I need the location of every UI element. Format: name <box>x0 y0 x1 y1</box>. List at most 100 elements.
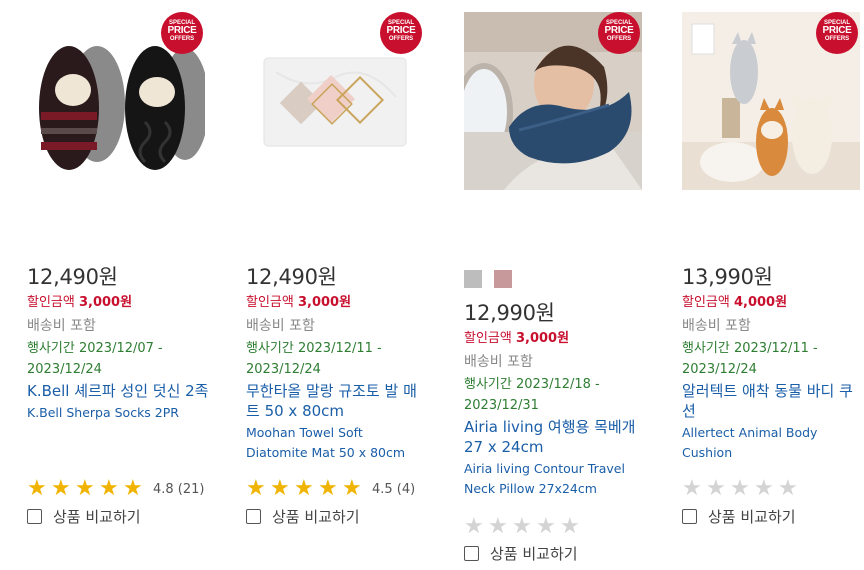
discount-amount: 할인금액 3,000원 <box>27 292 227 314</box>
discount-amount: 할인금액 4,000원 <box>682 292 864 314</box>
product-image-neck-pillow[interactable]: SPECIAL PRICE OFFERS <box>464 12 642 190</box>
product-card[interactable]: SPECIAL PRICE OFFERS 12,990원 할인금액 3,000원… <box>464 0 664 563</box>
product-name-ko[interactable]: Airia living 여행용 목베개 27 x 24cm <box>464 417 646 457</box>
special-price-badge: SPECIAL PRICE OFFERS <box>380 12 422 54</box>
product-name-ko[interactable]: K.Bell 셰르파 성인 덧신 2족 <box>27 381 209 401</box>
product-name-en[interactable]: Moohan Towel Soft Diatomite Mat 50 x 80c… <box>246 423 428 463</box>
product-rating: ★ ★ ★ ★ ★ <box>464 514 584 539</box>
product-name-en[interactable]: K.Bell Sherpa Socks 2PR <box>27 403 209 423</box>
promotion-period: 행사기간 2023/12/18 - 2023/12/31 <box>464 374 644 416</box>
rating-text: 4.8 (21) <box>153 481 205 497</box>
product-rating: ★ ★ ★ ★ ★ 4.8 (21) <box>27 476 205 501</box>
star-icon: ★ <box>560 514 580 539</box>
shipping-info: 배송비 포함 <box>682 318 751 334</box>
star-icon: ★ <box>706 476 726 501</box>
badge-line: OFFERS <box>606 36 632 42</box>
shipping-info: 배송비 포함 <box>246 318 315 334</box>
color-swatch-gray[interactable] <box>464 270 482 288</box>
special-price-badge: SPECIAL PRICE OFFERS <box>598 12 640 54</box>
discount-label: 할인금액 <box>27 295 75 310</box>
promotion-period: 행사기간 2023/12/11 - 2023/12/24 <box>246 338 426 380</box>
badge-line: PRICE <box>386 25 416 36</box>
period-label: 행사기간 <box>464 377 512 392</box>
product-rating: ★ ★ ★ ★ ★ <box>682 476 802 501</box>
discount-amount: 할인금액 3,000원 <box>246 292 446 314</box>
product-price: 12,490원 <box>27 265 118 289</box>
star-icon: ★ <box>682 476 702 501</box>
period-label: 행사기간 <box>27 341 75 356</box>
promotion-period: 행사기간 2023/12/07 - 2023/12/24 <box>27 338 207 380</box>
product-card[interactable]: SPECIAL PRICE OFFERS 12,490원 할인금액 3,000원… <box>27 0 227 526</box>
star-icon: ★ <box>318 476 338 501</box>
star-icon: ★ <box>464 514 484 539</box>
discount-value: 4,000원 <box>733 295 788 310</box>
product-price: 13,990원 <box>682 265 773 289</box>
compare-toggle[interactable]: 상품 비교하기 <box>682 506 796 526</box>
compare-checkbox[interactable] <box>464 545 479 561</box>
period-label: 행사기간 <box>682 341 730 356</box>
product-info: 12,990원 할인금액 3,000원 배송비 포함 행사기간 2023/12/… <box>464 298 664 499</box>
discount-value: 3,000원 <box>78 295 133 310</box>
product-info: 13,990원 할인금액 4,000원 배송비 포함 행사기간 2023/12/… <box>682 262 864 463</box>
compare-toggle[interactable]: 상품 비교하기 <box>27 506 141 526</box>
color-swatches <box>464 270 512 288</box>
star-icon: ★ <box>488 514 508 539</box>
star-icon: ★ <box>294 476 314 501</box>
compare-label[interactable]: 상품 비교하기 <box>53 506 141 527</box>
compare-label[interactable]: 상품 비교하기 <box>272 506 360 527</box>
badge-line: PRICE <box>822 25 852 36</box>
compare-toggle[interactable]: 상품 비교하기 <box>246 506 360 526</box>
badge-line: PRICE <box>167 25 197 36</box>
badge-line: OFFERS <box>824 36 850 42</box>
star-icon: ★ <box>123 476 143 501</box>
discount-label: 할인금액 <box>464 331 512 346</box>
period-label: 행사기간 <box>246 341 294 356</box>
compare-label[interactable]: 상품 비교하기 <box>708 506 796 527</box>
product-rating: ★ ★ ★ ★ ★ 4.5 (4) <box>246 476 416 501</box>
product-name-ko[interactable]: 무한타올 말랑 규조토 발 매트 50 x 80cm <box>246 381 428 421</box>
star-icon: ★ <box>51 476 71 501</box>
star-icon: ★ <box>342 476 362 501</box>
star-icon: ★ <box>754 476 774 501</box>
product-name-en[interactable]: Airia living Contour Travel Neck Pillow … <box>464 459 646 499</box>
compare-checkbox[interactable] <box>27 508 42 524</box>
product-card[interactable]: SPECIAL PRICE OFFERS 12,490원 할인금액 3,000원… <box>246 0 446 526</box>
discount-amount: 할인금액 3,000원 <box>464 328 664 350</box>
product-image-mat[interactable]: SPECIAL PRICE OFFERS <box>246 12 424 190</box>
star-icon: ★ <box>246 476 266 501</box>
star-icon: ★ <box>512 514 532 539</box>
discount-label: 할인금액 <box>246 295 294 310</box>
product-card[interactable]: SPECIAL PRICE OFFERS 13,990원 할인금액 4,000원… <box>682 0 864 526</box>
compare-label[interactable]: 상품 비교하기 <box>490 543 578 564</box>
shipping-info: 배송비 포함 <box>27 318 96 334</box>
badge-line: OFFERS <box>169 36 195 42</box>
discount-value: 3,000원 <box>515 331 570 346</box>
special-price-badge: SPECIAL PRICE OFFERS <box>816 12 858 54</box>
star-icon: ★ <box>536 514 556 539</box>
compare-checkbox[interactable] <box>246 508 261 524</box>
compare-toggle[interactable]: 상품 비교하기 <box>464 543 578 563</box>
star-icon: ★ <box>270 476 290 501</box>
product-price: 12,490원 <box>246 265 337 289</box>
badge-line: PRICE <box>604 25 634 36</box>
product-image-animal-cushion[interactable]: SPECIAL PRICE OFFERS <box>682 12 860 190</box>
badge-line: OFFERS <box>388 36 414 42</box>
discount-value: 3,000원 <box>297 295 352 310</box>
shipping-info: 배송비 포함 <box>464 354 533 370</box>
discount-label: 할인금액 <box>682 295 730 310</box>
product-image-slippers[interactable]: SPECIAL PRICE OFFERS <box>27 12 205 190</box>
color-swatch-rose[interactable] <box>494 270 512 288</box>
product-name-en[interactable]: Allertect Animal Body Cushion <box>682 423 864 463</box>
product-price: 12,990원 <box>464 301 555 325</box>
product-name-ko[interactable]: 알러텍트 애착 동물 바디 쿠션 <box>682 381 864 421</box>
star-icon: ★ <box>730 476 750 501</box>
promotion-period: 행사기간 2023/12/11 - 2023/12/24 <box>682 338 862 380</box>
product-info: 12,490원 할인금액 3,000원 배송비 포함 행사기간 2023/12/… <box>246 262 446 463</box>
star-icon: ★ <box>778 476 798 501</box>
star-icon: ★ <box>99 476 119 501</box>
star-icon: ★ <box>27 476 47 501</box>
star-icon: ★ <box>75 476 95 501</box>
product-info: 12,490원 할인금액 3,000원 배송비 포함 행사기간 2023/12/… <box>27 262 227 423</box>
rating-text: 4.5 (4) <box>372 481 416 497</box>
compare-checkbox[interactable] <box>682 508 697 524</box>
